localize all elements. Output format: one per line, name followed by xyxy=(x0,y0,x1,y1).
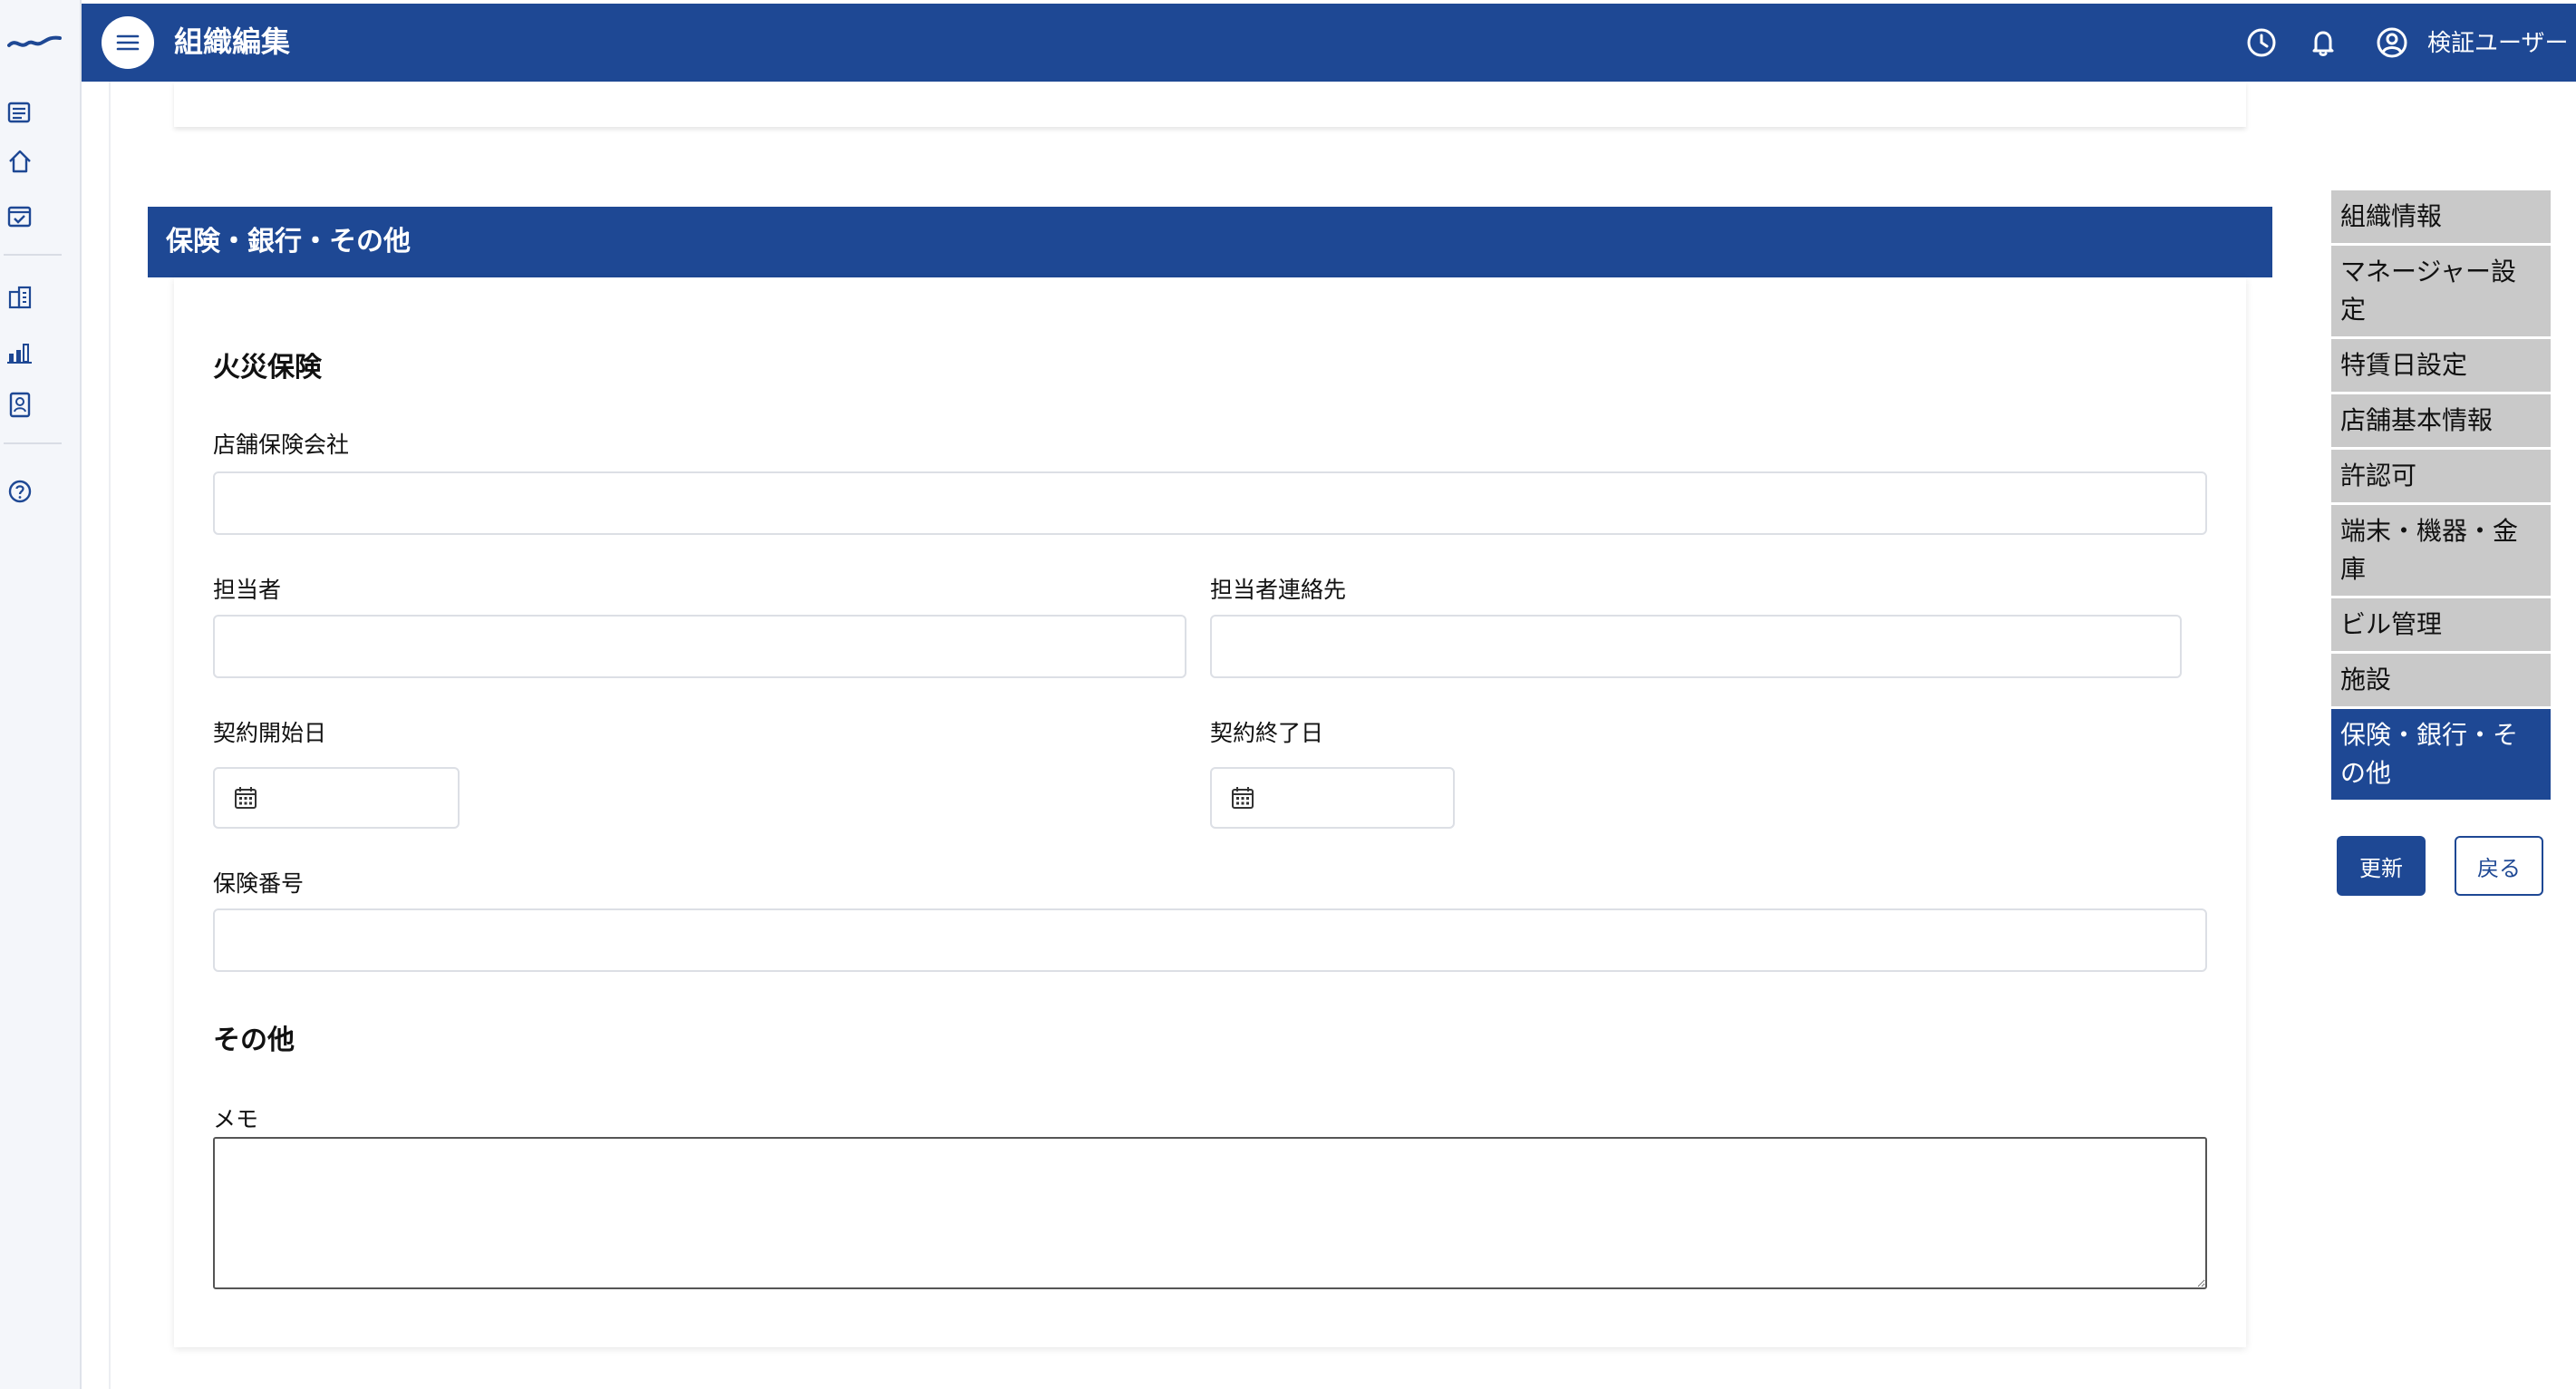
top-header: 組織編集 検証ユーザー xyxy=(82,4,2576,82)
page-title: 組織編集 xyxy=(174,24,291,59)
other-heading: その他 xyxy=(213,1025,295,1056)
policy-number-label: 保険番号 xyxy=(213,870,305,897)
company-label: 店舗保険会社 xyxy=(213,432,350,458)
section-nav: 組織情報 マネージャー設定 特賃日設定 店舗基本情報 許認可 端末・機器・金庫 … xyxy=(2331,190,2551,802)
policy-number-input[interactable] xyxy=(213,908,2207,972)
memo-label: メモ xyxy=(213,1106,259,1132)
user-name[interactable]: 検証ユーザー xyxy=(2427,27,2568,60)
calendar-icon xyxy=(235,787,257,809)
fire-insurance-heading: 火災保険 xyxy=(213,352,322,384)
calendar-icon xyxy=(1232,787,1254,809)
calendar-check-icon[interactable] xyxy=(5,201,34,230)
contact-person-label: 担当者 xyxy=(213,577,282,603)
nav-item-organization-info[interactable]: 組織情報 xyxy=(2331,190,2551,246)
nav-item-manager-settings[interactable]: マネージャー設定 xyxy=(2331,246,2551,339)
rail-divider xyxy=(4,442,62,444)
left-icon-rail xyxy=(0,0,82,1389)
nav-item-special-rent-days[interactable]: 特賃日設定 xyxy=(2331,339,2551,394)
building-icon[interactable] xyxy=(5,283,34,312)
start-date-label: 契約開始日 xyxy=(213,720,327,746)
bell-icon[interactable] xyxy=(2306,25,2340,60)
section-header: 保険・銀行・その他 xyxy=(148,207,2272,277)
end-date-label: 契約終了日 xyxy=(1210,720,1324,746)
update-button[interactable]: 更新 xyxy=(2337,836,2426,896)
logo-icon[interactable] xyxy=(7,25,62,58)
nav-item-facilities[interactable]: 施設 xyxy=(2331,654,2551,709)
list-icon[interactable] xyxy=(5,98,34,127)
bar-chart-icon[interactable] xyxy=(5,337,34,366)
contact-info-label: 担当者連絡先 xyxy=(1210,577,1347,603)
nav-item-building-management[interactable]: ビル管理 xyxy=(2331,598,2551,654)
previous-card-bottom xyxy=(174,82,2246,127)
insurance-card: 火災保険 店舗保険会社 担当者 担当者連絡先 契約開始日 契約終了日 保険番号 … xyxy=(174,277,2246,1347)
memo-textarea[interactable] xyxy=(213,1137,2207,1289)
menu-button[interactable] xyxy=(102,16,154,69)
nav-item-store-basic-info[interactable]: 店舗基本情報 xyxy=(2331,394,2551,450)
contact-person-input[interactable] xyxy=(213,615,1186,678)
insurance-company-input[interactable] xyxy=(213,471,2207,535)
help-icon[interactable] xyxy=(5,477,34,506)
contact-info-input[interactable] xyxy=(1210,615,2182,678)
end-date-picker[interactable] xyxy=(1210,767,1455,829)
nav-item-insurance-bank-other[interactable]: 保険・銀行・その他 xyxy=(2331,709,2551,802)
menu-icon xyxy=(116,34,140,51)
nav-item-terminals-devices-safe[interactable]: 端末・機器・金庫 xyxy=(2331,505,2551,598)
home-icon[interactable] xyxy=(5,147,34,176)
back-button[interactable]: 戻る xyxy=(2455,836,2543,896)
rail-divider xyxy=(4,254,62,256)
id-badge-icon[interactable] xyxy=(5,390,34,419)
nav-item-permits[interactable]: 許認可 xyxy=(2331,450,2551,505)
user-circle-icon[interactable] xyxy=(2375,25,2409,60)
start-date-picker[interactable] xyxy=(213,767,460,829)
clock-icon[interactable] xyxy=(2244,25,2279,60)
